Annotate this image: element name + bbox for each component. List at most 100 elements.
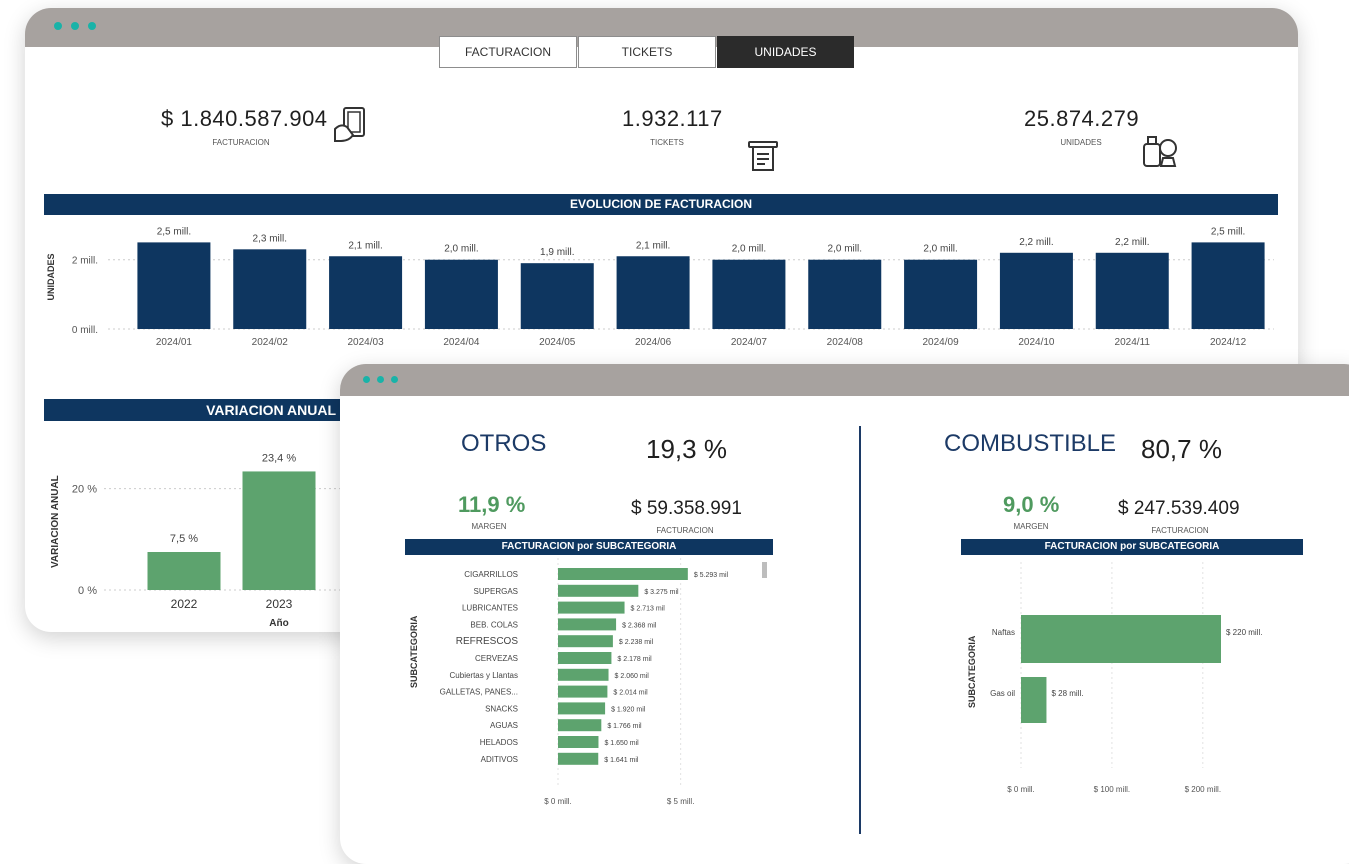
x-tick-label: $ 200 mill. <box>1185 785 1221 794</box>
x-tick-label: 2024/07 <box>731 337 768 348</box>
bar <box>558 601 625 614</box>
bar-data-label: 2,0 mill. <box>444 244 478 255</box>
otros-billing: $ 59.358.991 <box>631 498 742 519</box>
x-tick-label: 2024/02 <box>252 337 289 348</box>
tab-facturacion[interactable]: FACTURACION <box>439 36 577 68</box>
otros-margin-label: MARGEN <box>471 522 507 531</box>
x-tick-label: $ 0 mill. <box>1007 785 1035 794</box>
bar <box>558 719 602 732</box>
x-tick-label: 2024/09 <box>923 337 960 348</box>
bar-data-label: 2,0 mill. <box>732 244 766 255</box>
otros-chart-title: FACTURACION por SUBCATEGORIA <box>405 539 773 555</box>
y-tick-label: LUBRICANTES <box>462 604 518 613</box>
x-tick-label: $ 100 mill. <box>1094 785 1130 794</box>
bar-data-label: $ 28 mill. <box>1051 689 1083 698</box>
bar <box>558 584 639 597</box>
y-tick-label: 2 mill. <box>72 256 98 267</box>
y-tick-label: CIGARRILLOS <box>464 570 518 579</box>
bar-data-label: $ 1.641 mil <box>604 757 639 764</box>
products-icon <box>1143 136 1177 167</box>
combustible-title: COMBUSTIBLE <box>944 430 1117 457</box>
bar <box>904 259 978 329</box>
bar-data-label: 1,9 mill. <box>540 247 574 258</box>
y-tick-label: ADITIVOS <box>481 755 518 764</box>
front-window: OTROS 19,3 % 11,9 % MARGEN $ 59.358.991 … <box>340 364 1349 864</box>
kpi-unidades-value: 25.874.279 <box>1024 106 1140 131</box>
bar <box>1021 677 1047 723</box>
bar <box>558 652 612 664</box>
combustible-billing-label: FACTURACION <box>1151 526 1209 535</box>
x-tick-label: 2023 <box>266 597 293 611</box>
bar <box>233 249 307 329</box>
bar <box>558 635 613 648</box>
otros-margin: 11,9 % <box>458 492 526 517</box>
combustible-margin: 9,0 % <box>1003 492 1060 517</box>
bar-data-label: $ 220 mill. <box>1226 628 1262 637</box>
x-tick-label: 2022 <box>171 597 198 611</box>
bar <box>712 259 786 329</box>
bar <box>558 736 599 748</box>
bar <box>999 252 1073 329</box>
scrollbar-thumb <box>762 562 767 578</box>
bar <box>1191 242 1265 329</box>
hand-money-icon <box>334 107 365 142</box>
tab-unidades[interactable]: UNIDADES <box>717 36 854 68</box>
window-dot-3[interactable] <box>391 376 398 383</box>
x-tick-label: $ 5 mill. <box>667 797 695 806</box>
bar-data-label: 23,4 % <box>262 452 296 464</box>
bar-data-label: 2,2 mill. <box>1115 237 1149 248</box>
bar-data-label: 2,1 mill. <box>636 240 670 251</box>
tab-tickets[interactable]: TICKETS <box>578 36 716 68</box>
x-tick-label: 2024/11 <box>1115 337 1151 348</box>
bar <box>558 618 617 631</box>
window-dot-2[interactable] <box>71 22 79 30</box>
kpi-tickets: 1.932.117 TICKETS <box>622 106 762 147</box>
y-tick-label: SUPERGAS <box>474 587 518 596</box>
x-tick-label: 2024/05 <box>539 337 576 348</box>
window-dot-1[interactable] <box>363 376 370 383</box>
bar <box>558 668 609 681</box>
bar-data-label: $ 1.650 mil <box>604 740 639 747</box>
kpi-tickets-value: 1.932.117 <box>622 106 723 131</box>
y-axis-label: SUBCATEGORIA <box>967 635 977 708</box>
y-tick-label: SNACKS <box>485 704 518 713</box>
bar <box>329 256 403 329</box>
bar-data-label: $ 2.238 mil <box>619 639 654 646</box>
x-tick-label: 2024/08 <box>827 337 864 348</box>
y-axis-label: VARIACION ANUAL <box>50 475 61 568</box>
y-tick-label: Naftas <box>992 628 1015 637</box>
otros-share: 19,3 % <box>646 434 727 464</box>
y-axis-label: UNIDADES <box>46 253 56 300</box>
y-tick-label: 0 mill. <box>72 325 98 336</box>
combustible-share: 80,7 % <box>1141 434 1222 464</box>
window-dot-3[interactable] <box>88 22 96 30</box>
bar <box>1095 252 1169 329</box>
x-axis-label: Año <box>269 618 288 628</box>
bar-data-label: 2,5 mill. <box>1211 226 1245 237</box>
bar <box>558 702 606 715</box>
x-tick-label: 2024/06 <box>635 337 672 348</box>
otros-subcategory-chart: SUBCATEGORIA CIGARRILLOS $ 5.293 mil SUPERG… <box>409 558 767 806</box>
bar <box>147 552 221 590</box>
y-axis-label: SUBCATEGORIA <box>409 615 419 688</box>
bar-data-label: 2,2 mill. <box>1019 237 1053 248</box>
otros-billing-label: FACTURACION <box>656 526 714 535</box>
y-tick-label: GALLETAS, PANES... <box>440 688 518 697</box>
variation-chart-title: VARIACION ANUAL <box>44 399 344 421</box>
bar <box>616 256 690 329</box>
x-tick-label: 2024/10 <box>1018 337 1055 348</box>
variation-bar-chart: 0 % 20 % VARIACION ANUAL 7,5 % 2022 23,4 % 202… <box>50 452 354 628</box>
bar <box>808 259 882 329</box>
bar <box>137 242 211 329</box>
evolution-chart-title: EVOLUCION DE FACTURACION <box>44 194 1278 215</box>
receipt-icon <box>748 141 778 171</box>
y-tick-label: 20 % <box>72 484 97 496</box>
window-dot-2[interactable] <box>377 376 384 383</box>
bar-data-label: 7,5 % <box>170 533 198 545</box>
bar <box>558 752 599 765</box>
window-dot-1[interactable] <box>54 22 62 30</box>
x-tick-label: 2024/01 <box>156 337 193 348</box>
front-window-titlebar <box>340 364 1349 396</box>
bar-data-label: 2,0 mill. <box>923 244 957 255</box>
bar-data-label: $ 1.766 mil <box>607 723 642 730</box>
